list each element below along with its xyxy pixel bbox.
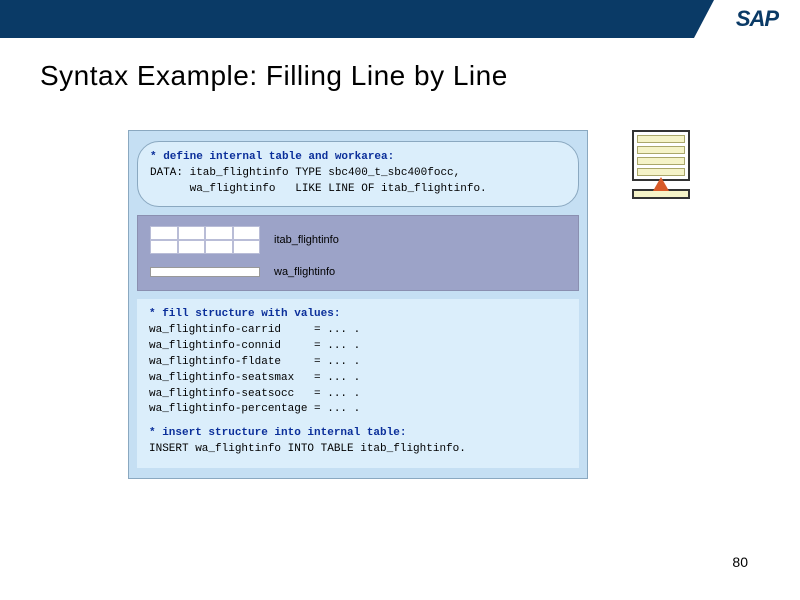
fill-code-block: * fill structure with values: wa_flighti… (137, 299, 579, 468)
declaration-bubble: * define internal table and workarea: DA… (137, 141, 579, 207)
table-visualization: itab_flightinfo wa_flightinfo (137, 215, 579, 291)
sap-logo-text: SAP (736, 6, 778, 32)
bubble-line2: wa_flightinfo LIKE LINE OF itab_flightin… (150, 182, 566, 198)
insert-comment: * insert structure into internal table: (149, 426, 567, 442)
stack-row (637, 135, 685, 143)
content-area: * define internal table and workarea: DA… (128, 130, 588, 479)
wa-row: wa_flightinfo (150, 266, 566, 278)
fill-l1: wa_flightinfo-carrid = ... . (149, 323, 567, 339)
code-panel: * define internal table and workarea: DA… (128, 130, 588, 479)
fill-l6: wa_flightinfo-percentage = ... . (149, 402, 567, 418)
bubble-line1: DATA: itab_flightinfo TYPE sbc400_t_sbc4… (150, 166, 566, 182)
fill-comment: * fill structure with values: (149, 307, 567, 323)
header-bar: SAP (0, 0, 800, 38)
fill-l2: wa_flightinfo-connid = ... . (149, 339, 567, 355)
itab-grid-icon (150, 226, 260, 254)
sap-logo: SAP (714, 0, 800, 38)
wa-bar-icon (150, 267, 260, 277)
insert-line: INSERT wa_flightinfo INTO TABLE itab_fli… (149, 442, 567, 458)
itab-row: itab_flightinfo (150, 226, 566, 254)
stack-row (637, 157, 685, 165)
arrow-up-icon (653, 177, 669, 191)
fill-l4: wa_flightinfo-seatsmax = ... . (149, 371, 567, 387)
page-title: Syntax Example: Filling Line by Line (40, 60, 800, 92)
stack-row (637, 146, 685, 154)
page-number: 80 (732, 554, 748, 570)
insert-into-table-icon (632, 130, 690, 199)
fill-l3: wa_flightinfo-fldate = ... . (149, 355, 567, 371)
itab-label: itab_flightinfo (274, 234, 339, 246)
wa-label: wa_flightinfo (274, 266, 335, 278)
stack-row (637, 168, 685, 176)
fill-l5: wa_flightinfo-seatsocc = ... . (149, 387, 567, 403)
bubble-comment: * define internal table and workarea: (150, 150, 566, 166)
table-stack-icon (632, 130, 690, 181)
